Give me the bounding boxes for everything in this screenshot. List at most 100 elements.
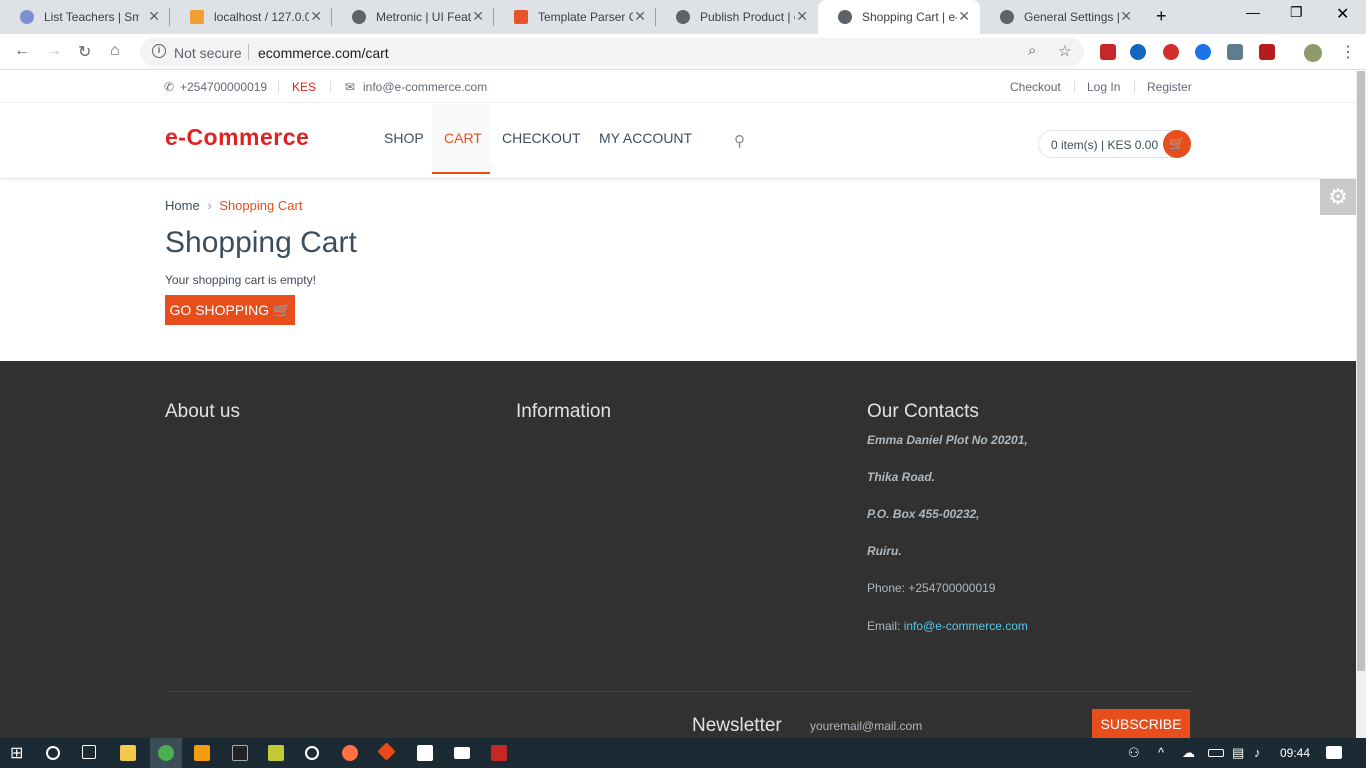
window-close-button[interactable]: ✕ bbox=[1336, 4, 1349, 24]
search-app-icon[interactable] bbox=[342, 745, 358, 761]
minimize-button[interactable]: — bbox=[1246, 4, 1260, 20]
flame-icon bbox=[514, 10, 528, 24]
mail-icon[interactable] bbox=[454, 747, 470, 759]
currency-selector[interactable]: KES bbox=[292, 80, 316, 94]
footer-email-label: Email: bbox=[867, 619, 904, 633]
back-arrow-icon[interactable]: ← bbox=[14, 42, 30, 60]
zoom-icon[interactable]: ⌕ bbox=[1028, 42, 1036, 59]
clock[interactable]: 09:44 bbox=[1280, 746, 1310, 760]
close-icon[interactable]: ✕ bbox=[958, 8, 970, 25]
network-icon[interactable]: ▤ bbox=[1232, 745, 1248, 761]
footer-phone: Phone: +254700000019 bbox=[867, 581, 996, 595]
volume-icon[interactable]: ♪ bbox=[1254, 745, 1270, 761]
home-icon[interactable]: ⌂ bbox=[110, 42, 120, 60]
address-line: Emma Daniel Plot No 20201, bbox=[867, 433, 1028, 447]
bookmark-star-icon[interactable]: ☆ bbox=[1058, 42, 1071, 60]
windows-start-icon[interactable]: ⊞ bbox=[10, 743, 26, 762]
cloud-icon[interactable]: ☁ bbox=[1182, 745, 1198, 761]
topbar-phone: +254700000019 bbox=[180, 80, 268, 94]
page-viewport: ✆ +254700000019 KES ✉ info@e-commerce.co… bbox=[0, 71, 1356, 738]
address-line: Ruiru. bbox=[867, 544, 902, 558]
avatar[interactable] bbox=[1304, 44, 1322, 62]
footer-email-link[interactable]: info@e-commerce.com bbox=[904, 619, 1028, 633]
site-logo[interactable]: e-Commerce bbox=[165, 124, 309, 151]
maximize-button[interactable]: ❐ bbox=[1290, 4, 1303, 21]
scrollbar-thumb[interactable] bbox=[1357, 71, 1365, 671]
people-icon[interactable]: ⚇ bbox=[1128, 745, 1144, 761]
gear-icon[interactable]: ⚙ bbox=[1320, 179, 1356, 215]
git-icon[interactable] bbox=[377, 742, 396, 761]
notification-icon[interactable] bbox=[1326, 746, 1342, 759]
terminal-icon[interactable] bbox=[232, 745, 248, 761]
globe-icon bbox=[352, 10, 366, 24]
address-bar[interactable]: i Not secure ecommerce.com/cart ⌕ ☆ bbox=[140, 38, 1084, 66]
nav-active-underline bbox=[432, 172, 490, 174]
breadcrumb-home[interactable]: Home bbox=[165, 198, 200, 213]
phone-icon: ✆ bbox=[164, 80, 175, 94]
info-icon[interactable]: i bbox=[152, 44, 166, 58]
new-tab-button[interactable]: + bbox=[1156, 6, 1167, 27]
cart-icon[interactable]: 🛒 bbox=[1163, 130, 1191, 158]
menu-dots-icon[interactable]: ⋮ bbox=[1340, 42, 1356, 62]
go-shopping-button[interactable]: GO SHOPPING 🛒 bbox=[165, 295, 295, 325]
nav-checkout[interactable]: CHECKOUT bbox=[502, 130, 581, 146]
browser-toolbar: ← → ↻ ⌂ i Not secure ecommerce.com/cart … bbox=[0, 34, 1366, 70]
nav-my-account[interactable]: MY ACCOUNT bbox=[599, 130, 692, 146]
tab-phpmyadmin[interactable]: localhost / 127.0.0. ✕ bbox=[170, 0, 332, 34]
extension-icon[interactable] bbox=[1100, 44, 1116, 60]
nav-shop[interactable]: SHOP bbox=[384, 130, 424, 146]
pdf-icon[interactable] bbox=[1259, 44, 1275, 60]
chevron-up-icon[interactable]: ^ bbox=[1158, 745, 1174, 761]
tab-metronic[interactable]: Metronic | UI Featu ✕ bbox=[332, 0, 494, 34]
store-icon[interactable] bbox=[417, 745, 433, 761]
eyedropper-icon[interactable] bbox=[1227, 44, 1243, 60]
tab-title: Publish Product | e bbox=[700, 10, 795, 24]
search-icon[interactable]: ⚲ bbox=[734, 132, 745, 150]
nav-cart[interactable]: CART bbox=[444, 130, 482, 146]
sublime-icon[interactable] bbox=[194, 745, 210, 761]
page-scrollbar[interactable] bbox=[1356, 71, 1366, 738]
close-icon[interactable]: ✕ bbox=[796, 8, 808, 25]
breadcrumb-current: Shopping Cart bbox=[219, 198, 303, 213]
folder-icon[interactable] bbox=[120, 745, 136, 761]
tab-title: Template Parser Cl bbox=[538, 10, 633, 24]
tab-title: localhost / 127.0.0. bbox=[214, 10, 309, 24]
subscribe-button[interactable]: SUBSCRIBE bbox=[1092, 709, 1190, 738]
topbar-link-register[interactable]: Register bbox=[1147, 80, 1192, 94]
topbar-link-checkout[interactable]: Checkout bbox=[1010, 80, 1061, 94]
cart-icon: 🛒 bbox=[273, 302, 291, 318]
url-text[interactable]: ecommerce.com/cart bbox=[258, 45, 389, 61]
site-header: e-Commerce SHOP CART CHECKOUT MY ACCOUNT… bbox=[0, 104, 1356, 179]
app-icon[interactable] bbox=[305, 746, 319, 760]
topbar-link-login[interactable]: Log In bbox=[1087, 80, 1120, 94]
media-player-icon[interactable] bbox=[268, 745, 284, 761]
tab-publish-product[interactable]: Publish Product | e ✕ bbox=[656, 0, 818, 34]
forward-arrow-icon[interactable]: → bbox=[46, 42, 62, 60]
close-icon[interactable]: ✕ bbox=[148, 8, 160, 25]
topbar-email[interactable]: info@e-commerce.com bbox=[363, 80, 487, 94]
task-view-icon[interactable] bbox=[82, 745, 96, 759]
tab-shopping-cart[interactable]: Shopping Cart | e- ✕ bbox=[818, 0, 980, 34]
extension-icon[interactable] bbox=[1195, 44, 1211, 60]
tab-title: General Settings | bbox=[1024, 10, 1119, 24]
tab-title: Shopping Cart | e- bbox=[862, 10, 957, 24]
pmk-icon bbox=[20, 10, 34, 24]
battery-icon[interactable] bbox=[1208, 749, 1224, 757]
tab-list-teachers[interactable]: List Teachers | Sma ✕ bbox=[0, 0, 170, 34]
address-line: P.O. Box 455-00232, bbox=[867, 507, 980, 521]
close-icon[interactable]: ✕ bbox=[1120, 8, 1132, 25]
footer-email: Email: info@e-commerce.com bbox=[867, 619, 1028, 633]
empty-cart-message: Your shopping cart is empty! bbox=[165, 273, 316, 287]
close-icon[interactable]: ✕ bbox=[310, 8, 322, 25]
tab-template-parser[interactable]: Template Parser Cl ✕ bbox=[494, 0, 656, 34]
search-circle-icon[interactable] bbox=[46, 746, 60, 760]
close-icon[interactable]: ✕ bbox=[634, 8, 646, 25]
newsletter-email-input[interactable]: youremail@mail.com bbox=[810, 719, 922, 733]
close-icon[interactable]: ✕ bbox=[472, 8, 484, 25]
chrome-icon[interactable] bbox=[158, 745, 174, 761]
reload-icon[interactable]: ↻ bbox=[78, 42, 91, 62]
extension-icon[interactable] bbox=[1163, 44, 1179, 60]
extension-icon[interactable] bbox=[1130, 44, 1146, 60]
app-icon[interactable] bbox=[491, 745, 507, 761]
tab-general-settings[interactable]: General Settings | ✕ bbox=[980, 0, 1142, 34]
